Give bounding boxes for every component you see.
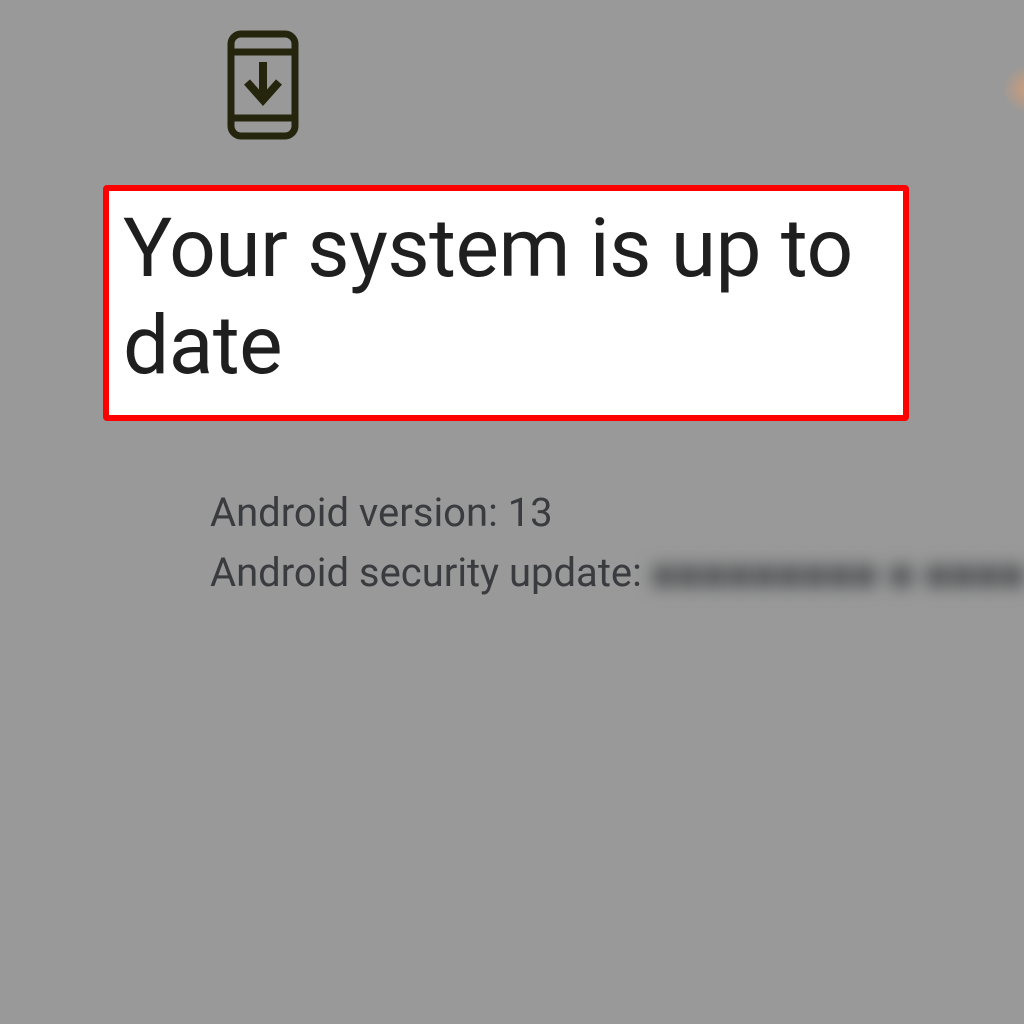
security-update-value-redacted: ■■■■■■■■■ ■ ■■■■ xyxy=(652,547,1024,603)
content-area: Android version: 13 Android security upd… xyxy=(80,0,1024,1024)
page-title: Your system is up to date xyxy=(123,201,889,395)
highlight-box: Your system is up to date xyxy=(103,185,909,421)
update-details: Android version: 13 Android security upd… xyxy=(210,485,1024,607)
system-update-screen: Android version: 13 Android security upd… xyxy=(0,0,1024,1024)
android-version-label: Android version: xyxy=(210,489,508,536)
security-update-label: Android security update: xyxy=(210,549,652,596)
android-version-row: Android version: 13 xyxy=(210,485,1024,541)
security-update-row: Android security update: ■■■■■■■■■ ■ ■■■… xyxy=(210,545,1024,603)
system-update-icon xyxy=(225,30,301,140)
android-version-value: 13 xyxy=(508,489,553,536)
